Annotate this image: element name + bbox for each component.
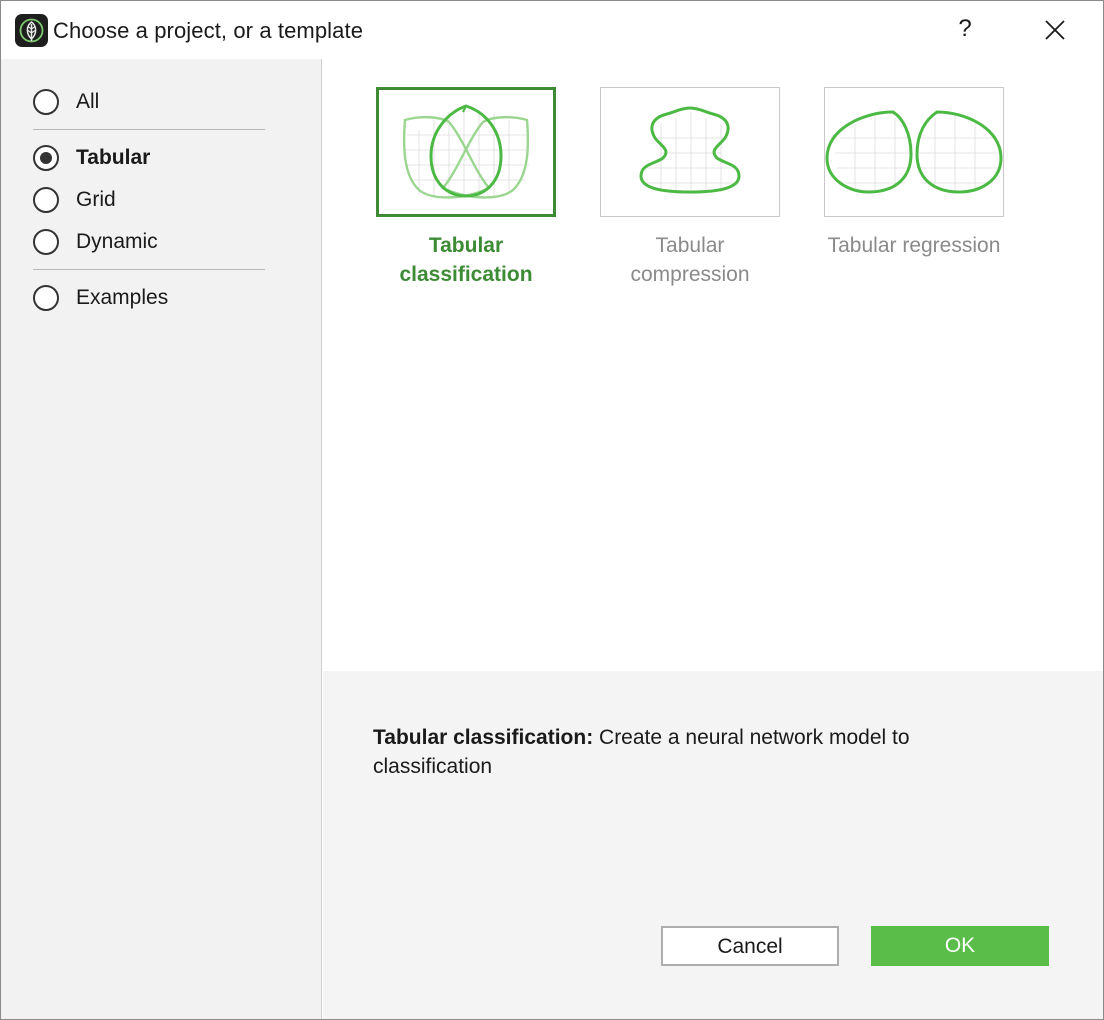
tabular-regression-icon [825,110,1003,194]
description-panel: Tabular classification: Create a neural … [323,671,1103,1019]
sidebar-divider [33,269,265,270]
dialog-window: Choose a project, or a template ? All Ta… [0,0,1104,1020]
category-radio-tabular[interactable]: Tabular [33,143,273,173]
template-tile-tabular-classification[interactable] [376,87,556,217]
category-sidebar: All Tabular Grid Dynamic Examples [1,59,322,1019]
sidebar-divider [33,129,265,130]
template-label-line: Tabular regression [827,234,1001,257]
category-label: Grid [76,188,116,211]
category-label: All [76,90,100,113]
cancel-button[interactable]: Cancel [661,926,839,966]
ok-button[interactable]: OK [871,926,1049,966]
template-label-line: Tabular [428,234,504,257]
template-description: Tabular classification: Create a neural … [373,723,993,781]
template-label-tabular-compression[interactable]: Tabular compression [580,231,800,289]
template-tile-tabular-regression[interactable] [824,87,1004,217]
category-label: Tabular [76,146,151,169]
radio-button[interactable] [33,89,59,115]
help-button[interactable]: ? [945,9,985,49]
window-title: Choose a project, or a template [53,18,364,43]
category-radio-all[interactable]: All [33,87,273,117]
template-label-line: Tabular [655,234,725,257]
category-radio-dynamic[interactable]: Dynamic [33,227,273,257]
template-label-line: compression [630,263,750,286]
radio-button-selected[interactable] [33,145,59,171]
category-radio-grid[interactable]: Grid [33,185,273,215]
radio-button[interactable] [33,187,59,213]
category-label: Examples [76,286,169,309]
category-label: Dynamic [76,230,158,253]
close-icon [1045,20,1065,40]
template-tile-tabular-compression[interactable] [600,87,780,217]
tabular-classification-icon [402,104,530,199]
radio-button[interactable] [33,229,59,255]
template-gallery: Tabular classification Tabular compressi… [323,59,1103,671]
radio-button[interactable] [33,285,59,311]
template-label-tabular-classification[interactable]: Tabular classification [356,231,576,289]
close-button[interactable] [1035,10,1075,50]
description-title: Tabular classification [373,726,587,749]
template-label-line: classification [399,263,533,286]
title-bar: Choose a project, or a template ? [1,1,1103,59]
tabular-compression-icon [639,106,741,194]
category-radio-examples[interactable]: Examples [33,283,273,313]
app-logo-icon [15,14,48,47]
template-label-tabular-regression[interactable]: Tabular regression [804,231,1024,260]
